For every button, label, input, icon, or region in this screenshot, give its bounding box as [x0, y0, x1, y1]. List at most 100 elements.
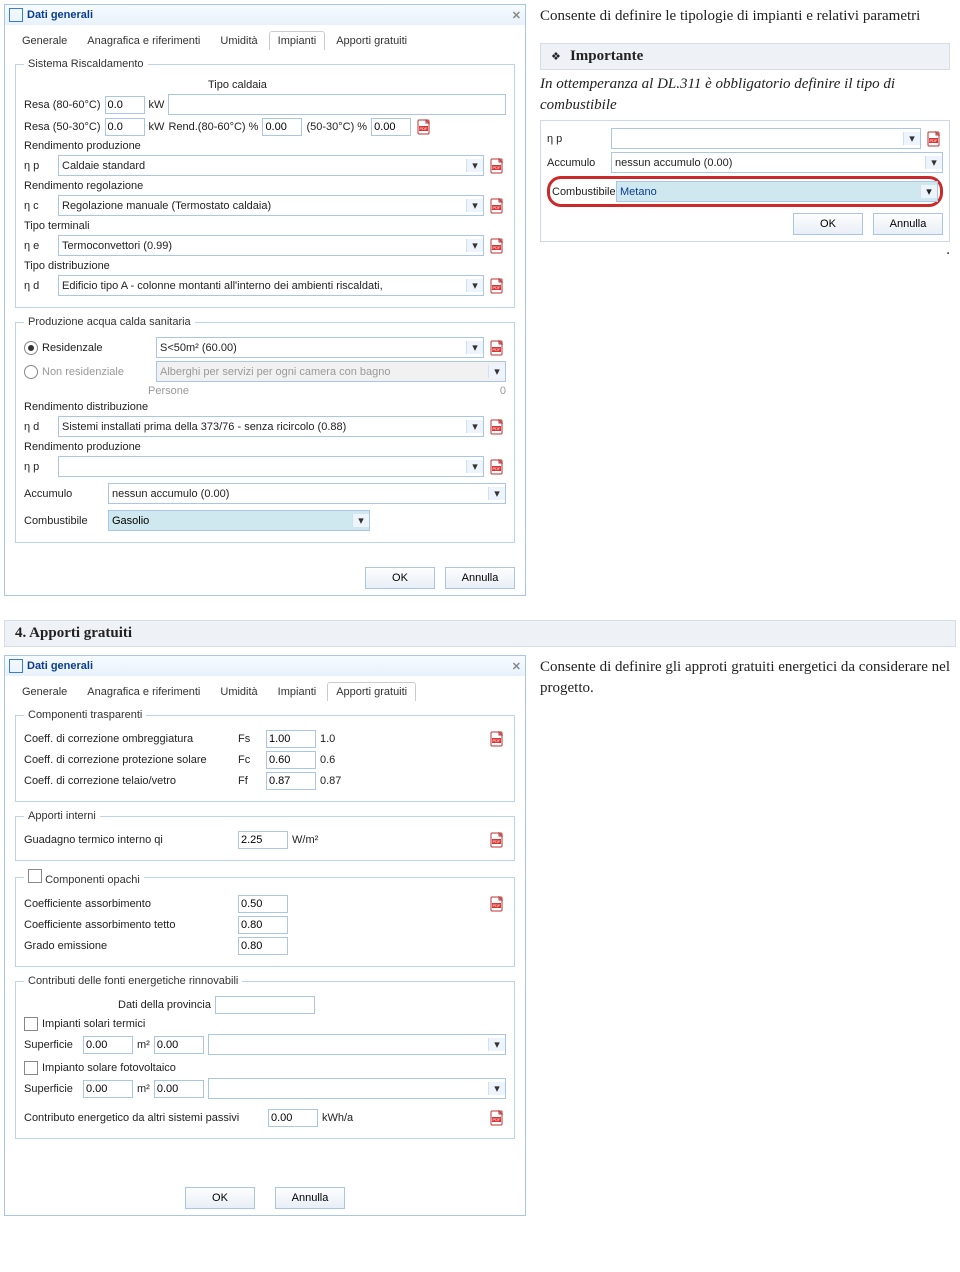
tabs: Generale Anagrafica e riferimenti Umidit… — [5, 25, 525, 50]
rend80-input[interactable] — [262, 118, 302, 136]
chevron-down-icon: ▾ — [466, 159, 483, 172]
ass-input[interactable] — [238, 895, 288, 913]
dati-prov-label: Dati della provincia — [118, 999, 211, 1011]
sup2-input[interactable] — [83, 1080, 133, 1098]
combustibile-value: Gasolio — [109, 515, 352, 527]
pdf-icon[interactable] — [488, 730, 506, 748]
nd-combo[interactable]: Edificio tipo A - colonne montanti all'i… — [58, 275, 484, 296]
rend80-label: Rend.(80-60°C) % — [168, 121, 258, 133]
pdf-icon[interactable] — [415, 118, 433, 136]
accumulo-combo[interactable]: nessun accumulo (0.00)▾ — [108, 483, 506, 504]
sup-val2-input[interactable] — [154, 1036, 204, 1054]
close-icon[interactable]: ✕ — [512, 9, 521, 22]
radio-non-residenziale[interactable] — [24, 365, 38, 379]
pdf-icon[interactable] — [488, 277, 506, 295]
inset-comb-combo[interactable]: Metano▾ — [616, 181, 938, 202]
contrib-input[interactable] — [268, 1109, 318, 1127]
pdf-icon[interactable] — [488, 237, 506, 255]
tab-generale[interactable]: Generale — [13, 682, 76, 701]
qi-label: Guadagno termico interno qi — [24, 834, 234, 846]
pdf-icon[interactable] — [488, 418, 506, 436]
inset-np-combo[interactable]: ▾ — [611, 128, 921, 149]
cancel-button[interactable]: Annulla — [445, 567, 515, 589]
pdf-icon[interactable] — [488, 197, 506, 215]
tab-apporti[interactable]: Apporti gratuiti — [327, 682, 416, 701]
termici-combo[interactable]: ▾ — [208, 1034, 506, 1055]
pdf-icon[interactable] — [488, 895, 506, 913]
fs-input[interactable] — [266, 730, 316, 748]
tab-umidita[interactable]: Umidità — [211, 682, 266, 701]
ok-button[interactable]: OK — [185, 1187, 255, 1209]
tab-impianti[interactable]: Impianti — [269, 682, 326, 701]
inset-ok-button[interactable]: OK — [793, 213, 863, 235]
residenziale-value: S<50m² (60.00) — [157, 342, 466, 354]
np-combo[interactable]: Caldaie standard▾ — [58, 155, 484, 176]
rend-prod-label: Rendimento produzione — [24, 140, 506, 152]
nonres-value: Alberghi per servizi per ogni camera con… — [157, 366, 488, 378]
ne-combo[interactable]: Termoconvettori (0.99)▾ — [58, 235, 484, 256]
foto-label: Impianto solare fotovoltaico — [42, 1062, 176, 1074]
tipo-term-label: Tipo terminali — [24, 220, 506, 232]
resa80-label: Resa (80-60°C) — [24, 99, 101, 111]
resa50-input[interactable] — [105, 118, 145, 136]
ff-label: Coeff. di correzione telaio/vetro — [24, 775, 234, 787]
nc-combo[interactable]: Regolazione manuale (Termostato caldaia)… — [58, 195, 484, 216]
sup-input[interactable] — [83, 1036, 133, 1054]
resa80-input[interactable] — [105, 96, 145, 114]
tab-impianti[interactable]: Impianti — [269, 31, 326, 50]
window-impianti: Dati generali ✕ Generale Anagrafica e ri… — [4, 4, 526, 596]
pdf-icon[interactable] — [488, 1109, 506, 1127]
acqua-np-label: η p — [24, 461, 54, 473]
acqua-np-combo[interactable]: ▾ — [58, 456, 484, 477]
pdf-icon[interactable] — [488, 458, 506, 476]
ok-button[interactable]: OK — [365, 567, 435, 589]
tab-umidita[interactable]: Umidità — [211, 31, 266, 50]
radio-residenziale[interactable] — [24, 341, 38, 355]
tab-anagrafica[interactable]: Anagrafica e riferimenti — [78, 31, 209, 50]
inset-cancel-button[interactable]: Annulla — [873, 213, 943, 235]
legend-acqua: Produzione acqua calda sanitaria — [24, 316, 195, 328]
tab-apporti[interactable]: Apporti gratuiti — [327, 31, 416, 50]
rend50-input[interactable] — [371, 118, 411, 136]
tab-generale[interactable]: Generale — [13, 31, 76, 50]
acqua-nd-value: Sistemi installati prima della 373/76 - … — [59, 421, 466, 433]
group-opachi: Componenti opachi Coefficiente assorbime… — [15, 869, 515, 967]
tab-anagrafica[interactable]: Anagrafica e riferimenti — [78, 682, 209, 701]
emiss-input[interactable] — [238, 937, 288, 955]
dati-prov-input[interactable] — [215, 996, 315, 1014]
qi-input[interactable] — [238, 831, 288, 849]
acqua-nd-combo[interactable]: Sistemi installati prima della 373/76 - … — [58, 416, 484, 437]
residenziale-combo[interactable]: S<50m² (60.00)▾ — [156, 337, 484, 358]
combustibile-combo[interactable]: Gasolio▾ — [108, 510, 370, 531]
ne-value: Termoconvettori (0.99) — [59, 240, 466, 252]
chevron-down-icon: ▾ — [488, 1038, 505, 1051]
chevron-down-icon: ▾ — [466, 341, 483, 354]
contrib-label: Contributo energetico da altri sistemi p… — [24, 1112, 264, 1124]
rend-reg-label: Rendimento regolazione — [24, 180, 506, 192]
check-termici[interactable] — [24, 1017, 38, 1031]
tipo-caldaia-combo[interactable] — [168, 94, 506, 115]
pdf-icon[interactable] — [925, 130, 943, 148]
check-fotovoltaico[interactable] — [24, 1061, 38, 1075]
foto-combo[interactable]: ▾ — [208, 1078, 506, 1099]
ass-tetto-input[interactable] — [238, 916, 288, 934]
window-title: Dati generali — [27, 660, 512, 672]
check-opachi[interactable] — [28, 869, 42, 883]
inset-np-label: η p — [547, 133, 607, 145]
rend50-label: (50-30°C) % — [306, 121, 367, 133]
fc-input[interactable] — [266, 751, 316, 769]
inset-accum-combo[interactable]: nessun accumulo (0.00)▾ — [611, 152, 943, 173]
acqua-rend-prod-label: Rendimento produzione — [24, 441, 506, 453]
pdf-icon[interactable] — [488, 339, 506, 357]
tabs: Generale Anagrafica e riferimenti Umidit… — [5, 676, 525, 701]
chevron-down-icon: ▾ — [466, 460, 483, 473]
pdf-icon[interactable] — [488, 831, 506, 849]
close-icon[interactable]: ✕ — [512, 660, 521, 673]
inset-accum-label: Accumulo — [547, 157, 607, 169]
sup2-val2-input[interactable] — [154, 1080, 204, 1098]
nonres-combo: Alberghi per servizi per ogni camera con… — [156, 361, 506, 382]
window-icon — [9, 8, 23, 22]
pdf-icon[interactable] — [488, 157, 506, 175]
ff-input[interactable] — [266, 772, 316, 790]
cancel-button[interactable]: Annulla — [275, 1187, 345, 1209]
